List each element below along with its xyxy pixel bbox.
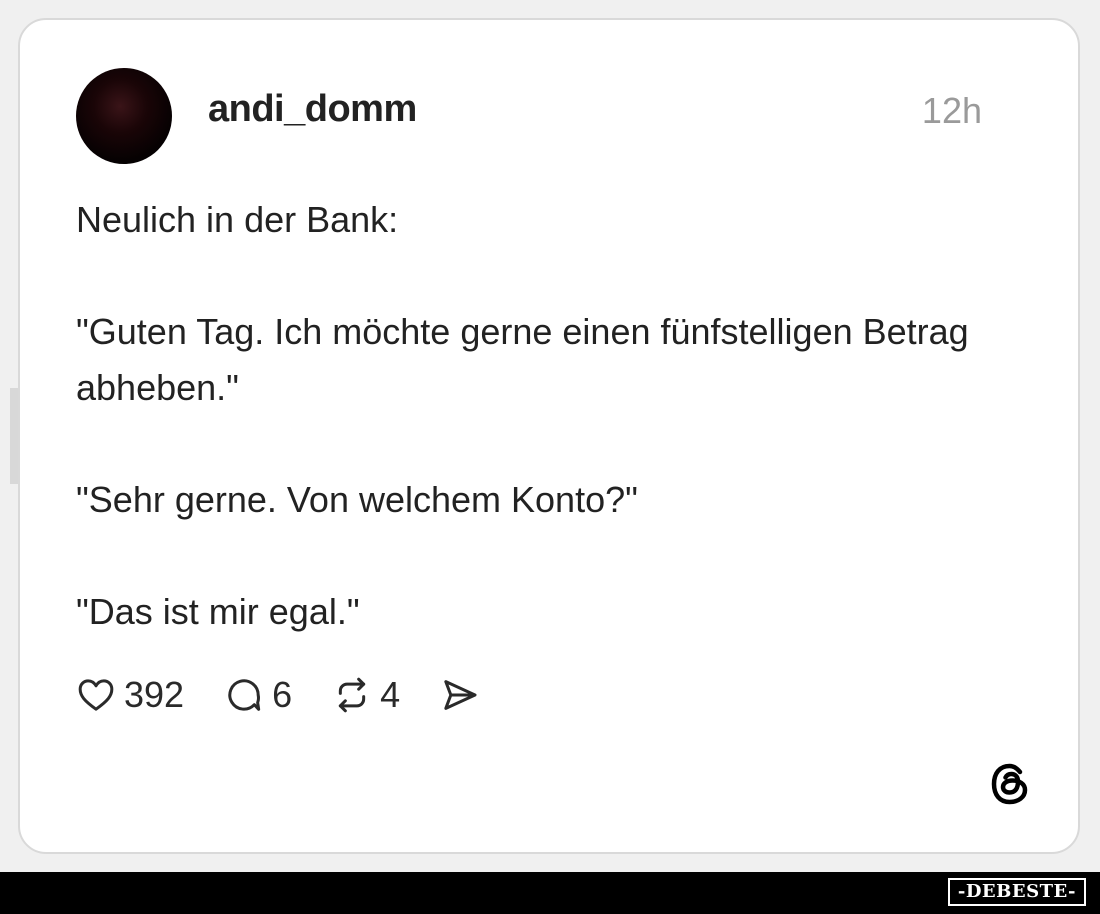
- threads-logo-icon: [986, 760, 1034, 808]
- avatar[interactable]: [76, 68, 172, 164]
- share-button[interactable]: [440, 675, 480, 715]
- comment-bubble-icon: [224, 675, 264, 715]
- post-paragraph: Neulich in der Bank:: [76, 199, 399, 240]
- post-paragraph: "Das ist mir egal.": [76, 591, 360, 632]
- like-button[interactable]: 392: [76, 674, 184, 716]
- post-body: Neulich in der Bank: "Guten Tag. Ich möc…: [76, 192, 976, 640]
- send-icon: [440, 675, 480, 715]
- repost-icon: [332, 675, 372, 715]
- footer-bar: -DEBESTE-: [0, 872, 1100, 914]
- post-card: andi_domm 12h Neulich in der Bank: "Gute…: [18, 18, 1080, 854]
- post-paragraph: "Guten Tag. Ich möchte gerne einen fünfs…: [76, 311, 969, 408]
- comment-button[interactable]: 6: [224, 674, 292, 716]
- repost-count: 4: [380, 674, 401, 715]
- post-timestamp: 12h: [921, 90, 982, 131]
- username[interactable]: andi_domm: [208, 88, 417, 131]
- action-bar: 392 6 4: [76, 670, 520, 720]
- debeste-logo[interactable]: -DEBESTE-: [947, 878, 1086, 906]
- post-paragraph: "Sehr gerne. Von welchem Konto?": [76, 479, 638, 520]
- comment-count: 6: [272, 674, 293, 715]
- like-count: 392: [124, 674, 185, 715]
- repost-button[interactable]: 4: [332, 674, 400, 716]
- page: DEBESTE andi_domm 12h Neulich in der Ban…: [0, 0, 1100, 914]
- heart-icon: [76, 675, 116, 715]
